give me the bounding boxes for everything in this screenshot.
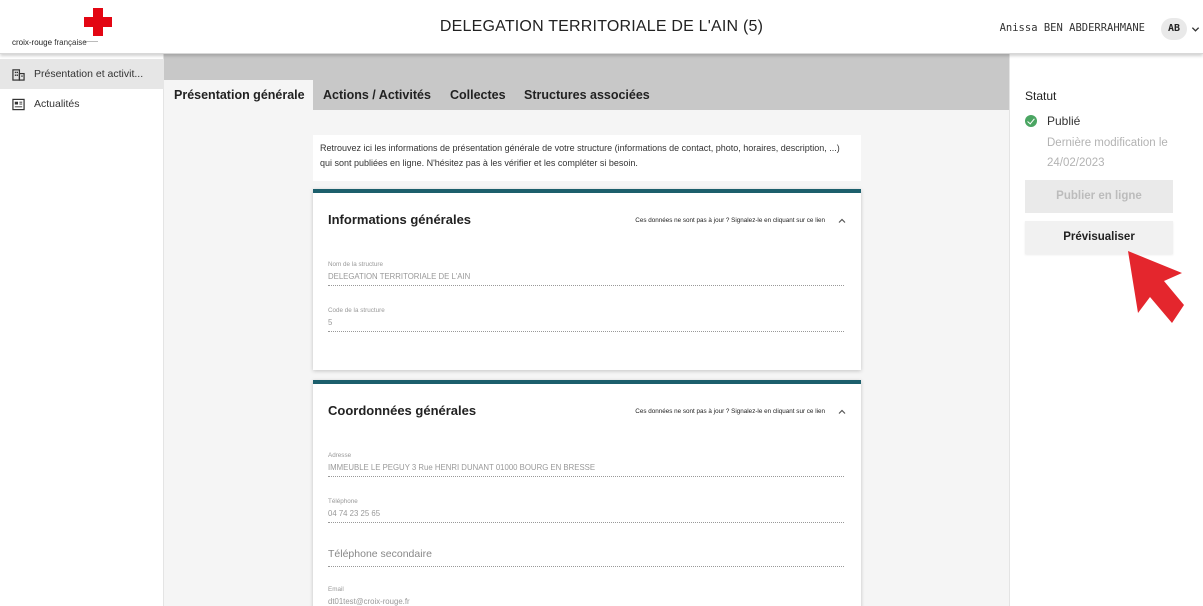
field-label: Nom de la structure (328, 261, 383, 268)
field-telephone-secondaire[interactable]: Téléphone secondaire (328, 548, 844, 567)
report-outdated-link[interactable]: Ces données ne sont pas à jour ? Signale… (635, 217, 825, 224)
logo-text: croix-rouge française (12, 38, 87, 47)
field-label: Adresse (328, 452, 352, 459)
field-label: Email (328, 586, 344, 593)
sidebar-item-presentation[interactable]: Présentation et activit... (0, 59, 164, 89)
main-content: Présentation générale Actions / Activité… (164, 54, 1009, 606)
field-telephone[interactable]: Téléphone 04 74 23 25 65 (328, 498, 844, 523)
check-circle-icon (1025, 115, 1037, 127)
publish-online-button[interactable]: Publier en ligne (1025, 180, 1173, 213)
field-value: 04 74 23 25 65 (328, 509, 381, 518)
tab-actions-activites[interactable]: Actions / Activités (323, 80, 431, 110)
card-title: Informations générales (328, 212, 472, 227)
sidebar-item-label: Présentation et activit... (34, 68, 144, 80)
red-pointer-arrow-icon (1128, 251, 1184, 323)
field-value: 5 (328, 318, 333, 327)
newspaper-icon (12, 98, 25, 110)
sidebar-item-actualites[interactable]: Actualités (0, 89, 164, 119)
field-value: IMMEUBLE LE PEGUY 3 Rue HENRI DUNANT 010… (328, 463, 596, 472)
sidebar-item-label: Actualités (34, 98, 80, 110)
user-avatar[interactable]: AB (1161, 18, 1187, 40)
status-panel: Statut Publié Dernière modification le 2… (1009, 54, 1203, 606)
last-modified-text: Dernière modification le 24/02/2023 (1047, 137, 1168, 169)
tab-presentation-generale[interactable]: Présentation générale (164, 80, 313, 110)
report-outdated-link[interactable]: Ces données ne sont pas à jour ? Signale… (635, 408, 825, 415)
field-code-structure[interactable]: Code de la structure 5 (328, 307, 844, 332)
field-adresse[interactable]: Adresse IMMEUBLE LE PEGUY 3 Rue HENRI DU… (328, 452, 844, 477)
intro-text: Retrouvez ici les informations de présen… (313, 135, 861, 181)
field-nom-structure[interactable]: Nom de la structure DELEGATION TERRITORI… (328, 261, 844, 286)
card-informations-generales: Informations générales Ces données ne so… (313, 189, 861, 370)
chevron-down-icon[interactable] (1191, 25, 1200, 34)
app-header: croix-rouge française DELEGATION TERRITO… (0, 0, 1203, 54)
chevron-up-icon[interactable] (837, 407, 847, 417)
status-row: Publié (1025, 114, 1195, 130)
field-label: Code de la structure (328, 307, 385, 314)
user-name[interactable]: Anissa BEN ABDERRAHMANE (1000, 22, 1145, 34)
chevron-up-icon[interactable] (837, 216, 847, 226)
card-coordonnees-generales: Coordonnées générales Ces données ne son… (313, 380, 861, 606)
field-placeholder: Téléphone secondaire (328, 548, 432, 560)
card-title: Coordonnées générales (328, 403, 477, 418)
field-email[interactable]: Email dt01test@croix-rouge.fr (328, 586, 844, 606)
status-value: Publié (1047, 114, 1081, 128)
building-icon (12, 68, 25, 81)
field-value: dt01test@croix-rouge.fr (328, 597, 410, 606)
tab-bar: Présentation générale Actions / Activité… (164, 54, 1009, 110)
tab-collectes[interactable]: Collectes (450, 80, 506, 110)
sidebar: Présentation et activit... Actualités (0, 54, 164, 606)
tab-structures-associees[interactable]: Structures associées (524, 80, 650, 110)
field-value: DELEGATION TERRITORIALE DE L'AIN (328, 272, 471, 281)
field-label: Téléphone (328, 498, 358, 505)
status-title: Statut (1025, 89, 1057, 103)
